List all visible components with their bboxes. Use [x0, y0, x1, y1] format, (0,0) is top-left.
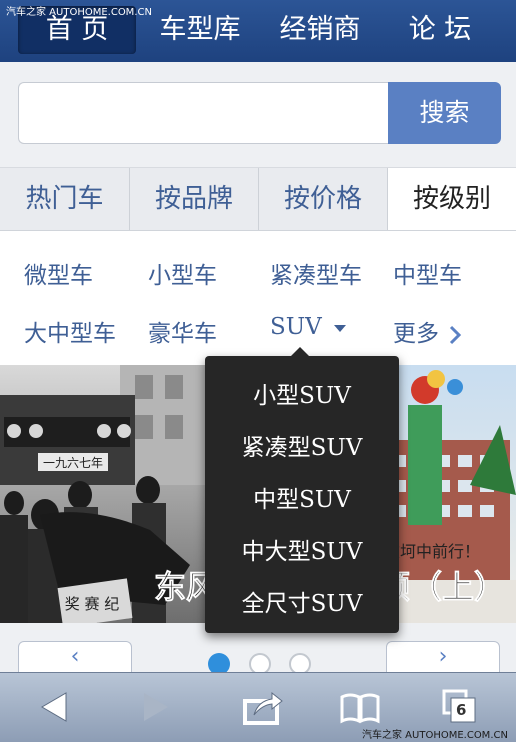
category-mini[interactable]: 微型车 — [24, 256, 93, 290]
category-small[interactable]: 小型车 — [148, 256, 217, 290]
tab-by-brand[interactable]: 按品牌 — [130, 168, 259, 230]
category-more-label: 更多 — [393, 321, 439, 347]
bookmarks-icon[interactable] — [338, 687, 382, 727]
banner-plate: 一九六七年 — [43, 456, 103, 470]
nav-car-library[interactable]: 车型库 — [144, 6, 256, 54]
category-large[interactable]: 大中型车 — [24, 314, 116, 348]
menu-item-large-suv[interactable]: 中大型SUV — [205, 532, 399, 566]
menu-item-fullsize-suv[interactable]: 全尺寸SUV — [205, 584, 399, 618]
category-suv[interactable]: SUV — [270, 314, 347, 340]
tab-by-price[interactable]: 按价格 — [259, 168, 388, 230]
category-suv-label: SUV — [270, 314, 322, 340]
category-compact[interactable]: 紧凑型车 — [270, 256, 362, 290]
watermark-top: 汽车之家 AUTOHOME.COM.CN — [6, 7, 152, 18]
back-icon[interactable] — [38, 687, 70, 727]
category-midsize[interactable]: 中型车 — [393, 256, 462, 290]
chevron-right-icon — [450, 325, 462, 344]
category-luxury[interactable]: 豪华车 — [148, 314, 217, 348]
caret-down-icon — [334, 325, 347, 332]
tabs-button[interactable]: 6 — [442, 687, 478, 727]
menu-item-compact-suv[interactable]: 紧凑型SUV — [205, 428, 399, 462]
search-bar: 搜索 — [0, 62, 516, 168]
search-button[interactable]: 搜索 — [388, 82, 501, 144]
tab-hot-cars[interactable]: 热门车 — [0, 168, 130, 230]
menu-item-small-suv[interactable]: 小型SUV — [205, 376, 399, 410]
watermark-bottom: 汽车之家 AUTOHOME.COM.CN — [362, 730, 508, 741]
filter-tabs: 热门车 按品牌 按价格 按级别 — [0, 168, 516, 231]
category-grid: 微型车 小型车 紧凑型车 中型车 大中型车 豪华车 SUV 更多 — [0, 231, 516, 365]
tab-count: 6 — [456, 701, 467, 719]
banner-flag-text: 奖 赛 纪 — [65, 595, 120, 613]
dropdown-caret — [290, 347, 310, 357]
nav-dealers[interactable]: 经销商 — [264, 6, 376, 54]
nav-forum[interactable]: 论 坛 — [384, 6, 496, 54]
share-icon[interactable] — [240, 687, 284, 727]
menu-item-midsize-suv[interactable]: 中型SUV — [205, 480, 399, 514]
category-more[interactable]: 更多 — [393, 314, 462, 348]
search-input[interactable] — [18, 82, 388, 144]
suv-dropdown-menu: 小型SUV 紧凑型SUV 中型SUV 中大型SUV 全尺寸SUV — [205, 347, 399, 633]
tab-by-class[interactable]: 按级别 — [388, 168, 516, 230]
forward-icon[interactable] — [140, 687, 172, 727]
